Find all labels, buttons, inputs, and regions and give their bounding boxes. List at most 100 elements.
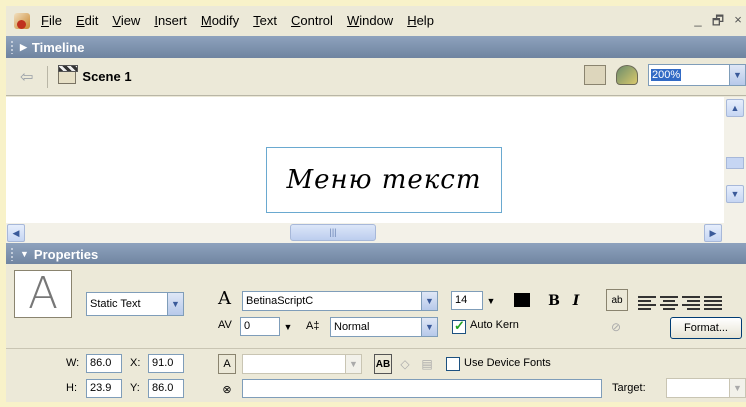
line-type-value (243, 355, 345, 373)
text-color-swatch[interactable] (514, 293, 536, 311)
height-field[interactable]: 23.9 (86, 379, 122, 398)
scene-tools: 200% ▼ (584, 64, 746, 86)
flash-app-icon[interactable] (14, 13, 30, 29)
timeline-header[interactable]: ▶ Timeline (6, 36, 746, 58)
bold-button[interactable]: B (544, 291, 564, 311)
align-justify-icon[interactable] (704, 294, 722, 310)
menu-control[interactable]: Control (284, 6, 340, 36)
menu-view[interactable]: View (105, 6, 147, 36)
app-window: File Edit View Insert Modify Text Contro… (6, 6, 746, 402)
scene-clapper-icon (58, 65, 79, 84)
window-frame: File Edit View Insert Modify Text Contro… (0, 0, 746, 407)
text-type-select[interactable]: Static Text ▼ (86, 292, 184, 316)
menu-window[interactable]: Window (340, 6, 400, 36)
selectable-icon[interactable]: AB (374, 354, 392, 374)
height-label: H: (66, 382, 77, 394)
minimize-button[interactable]: _ (690, 12, 706, 34)
menu-modify[interactable]: Modify (194, 6, 246, 36)
zoom-select[interactable]: 200% ▼ (648, 64, 746, 86)
width-field[interactable]: 86.0 (86, 354, 122, 373)
edit-scene-icon[interactable] (584, 65, 606, 85)
zoom-value: 200% (651, 69, 682, 81)
use-device-fonts-checkbox[interactable] (446, 357, 460, 371)
scroll-left-icon[interactable]: ◀ (7, 224, 25, 242)
properties-header[interactable]: ▼ Properties (6, 243, 746, 265)
auto-kern-checkbox[interactable] (452, 318, 466, 334)
back-arrow-icon[interactable]: ⇦ (20, 67, 33, 87)
scroll-up-icon[interactable]: ▲ (726, 99, 744, 117)
border-icon[interactable]: ▤ (418, 354, 436, 374)
stage-text: Меню текст (286, 165, 482, 195)
drag-grip-icon[interactable] (10, 40, 14, 54)
timeline-title: Timeline (31, 39, 85, 55)
tracking-icon: A͏V (218, 319, 232, 331)
chevron-down-icon[interactable]: ▼ (345, 355, 361, 373)
rotate-text-icon[interactable]: ⊘ (606, 317, 626, 337)
auto-kern-label: Auto Kern (470, 319, 519, 331)
scroll-right-icon[interactable]: ▶ (704, 224, 722, 242)
stage-text-box[interactable]: Меню текст (266, 147, 502, 213)
font-size-slider-icon[interactable]: ▼ (484, 291, 498, 311)
vertical-scrollbar[interactable]: ▲ ▼ (724, 97, 746, 223)
chevron-down-icon[interactable]: ▼ (167, 293, 183, 315)
chevron-down-icon[interactable]: ▼ (729, 379, 745, 397)
use-device-fonts-label: Use Device Fonts (464, 357, 551, 369)
html-render-icon[interactable]: ◇ (396, 354, 414, 374)
align-center-icon[interactable] (660, 294, 678, 310)
menu-file[interactable]: File (34, 6, 69, 36)
scroll-grip: ||| (329, 227, 337, 237)
drag-grip-icon[interactable] (10, 247, 14, 261)
stage-canvas[interactable]: Меню текст (6, 97, 724, 223)
properties-title: Properties (33, 246, 99, 262)
window-controls: _ 🗗 × (690, 12, 746, 34)
text-type-value: Static Text (90, 298, 141, 310)
target-label: Target: (612, 382, 646, 394)
collapse-arrow-icon[interactable]: ▼ (20, 249, 29, 259)
font-select[interactable]: BetinaScriptC ▼ (242, 291, 438, 311)
y-field[interactable]: 86.0 (148, 379, 184, 398)
vertical-scroll-thumb[interactable] (726, 157, 744, 169)
horizontal-scroll-thumb[interactable]: ||| (290, 224, 376, 241)
font-icon: A (218, 288, 231, 309)
tracking-slider-icon[interactable]: ▼ (281, 317, 295, 337)
chevron-down-icon[interactable]: ▼ (421, 318, 437, 336)
menu-text[interactable]: Text (246, 6, 284, 36)
menu-bar: File Edit View Insert Modify Text Contro… (6, 6, 746, 36)
menu-help[interactable]: Help (400, 6, 441, 36)
scroll-down-icon[interactable]: ▼ (726, 185, 744, 203)
horizontal-scrollbar[interactable]: ◀ ||| ▶ (6, 223, 746, 243)
chevron-down-icon[interactable]: ▼ (729, 65, 745, 85)
target-select[interactable]: ▼ (666, 378, 746, 398)
scene-bar: ⇦ Scene 1 200% ▼ (6, 58, 746, 96)
divider (6, 348, 746, 349)
baseline-icon: A‡ (306, 320, 320, 332)
y-label: Y: (130, 382, 140, 394)
baseline-value: Normal (334, 321, 370, 333)
line-type-select[interactable]: ▼ (242, 354, 362, 374)
font-name: BetinaScriptC (246, 295, 314, 307)
menu-edit[interactable]: Edit (69, 6, 105, 36)
text-direction-icon[interactable]: ab (606, 289, 628, 311)
x-field[interactable]: 91.0 (148, 354, 184, 373)
tracking-field[interactable]: 0 (240, 317, 280, 336)
divider (47, 65, 49, 88)
baseline-select[interactable]: Normal ▼ (330, 317, 438, 337)
x-label: X: (130, 357, 141, 369)
align-left-icon[interactable] (638, 294, 656, 310)
color-swatch-icon (514, 293, 530, 307)
italic-button[interactable]: I (566, 291, 586, 311)
text-field-icon: A (218, 354, 236, 374)
width-label: W: (66, 357, 80, 369)
edit-symbols-icon[interactable] (616, 65, 638, 85)
format-button[interactable]: Format... (670, 317, 742, 339)
chevron-down-icon[interactable]: ▼ (421, 292, 437, 310)
restore-button[interactable]: 🗗 (710, 12, 726, 34)
close-button[interactable]: × (730, 12, 746, 34)
align-right-icon[interactable] (682, 294, 700, 310)
link-icon: ⊗ (222, 383, 232, 396)
font-size-field[interactable]: 14 (451, 291, 483, 310)
url-field[interactable] (242, 379, 602, 398)
expand-arrow-icon[interactable]: ▶ (20, 42, 27, 53)
scene-label[interactable]: Scene 1 (82, 69, 131, 84)
menu-insert[interactable]: Insert (147, 6, 194, 36)
